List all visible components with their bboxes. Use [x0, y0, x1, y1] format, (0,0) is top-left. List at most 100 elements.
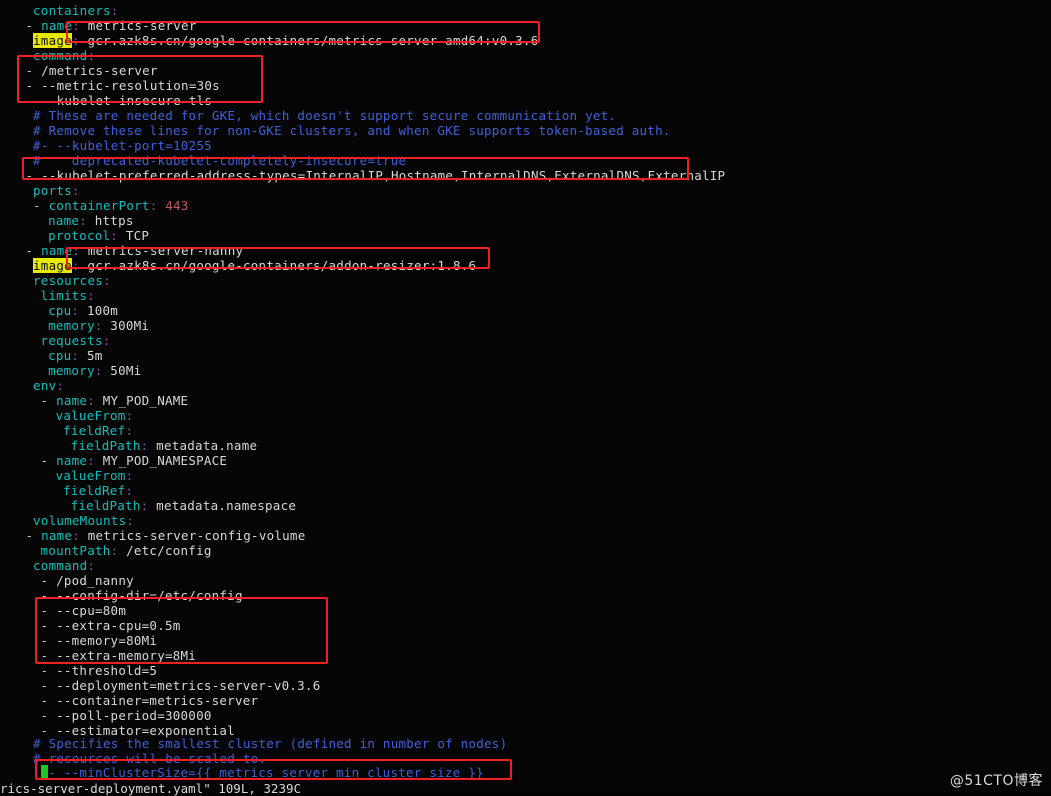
code-line: resources: [33, 273, 111, 288]
code-line: ports: [33, 183, 80, 198]
code-line: fieldRef: [63, 483, 133, 498]
code-token: name [56, 453, 88, 468]
code-line: - name: MY_POD_NAME [41, 393, 189, 408]
code-line: valueFrom: [56, 468, 134, 483]
code-token: https [94, 213, 134, 228]
code-line: - --threshold=5 [41, 663, 158, 678]
code-token: image [33, 33, 72, 48]
code-line: - --extra-cpu=0.5m [41, 618, 181, 633]
code-token: limits [40, 288, 88, 303]
code-token: # Specifies the smallest cluster (define… [33, 736, 508, 751]
code-token: --extra-memory=8Mi [56, 648, 197, 663]
code-token: - [25, 243, 42, 258]
code-token: - [40, 693, 57, 708]
code-token: 100m [86, 303, 119, 318]
code-token: MY_POD_NAME [102, 393, 189, 408]
code-line: cpu: 100m [48, 303, 118, 318]
code-line: image: gcr.azk8s.cn/google-containers/ad… [33, 258, 476, 273]
code-token: : [140, 438, 157, 453]
code-token: metrics-server-nanny [87, 243, 244, 258]
code-token: : [140, 498, 157, 513]
code-line: - name: MY_POD_NAMESPACE [41, 453, 228, 468]
code-token: - [33, 198, 49, 213]
code-token: ports [33, 183, 72, 198]
code-token: 443 [165, 198, 189, 213]
code-token: --extra-cpu=0.5m [56, 618, 181, 633]
code-line: - --container=metrics-server [41, 693, 259, 708]
code-token: : [94, 318, 111, 333]
code-token: : [72, 528, 88, 543]
code-token: : [71, 33, 88, 48]
code-token: --kubelet-insecure-tls [41, 93, 213, 108]
code-token: mountPath [40, 543, 111, 558]
code-token: - [40, 678, 57, 693]
code-token: # These are needed for GKE, which doesn'… [33, 108, 617, 123]
code-token: valueFrom [55, 408, 126, 423]
code-token: : [126, 513, 135, 528]
code-token: fieldPath [70, 498, 141, 513]
code-line: # Remove these lines for non-GKE cluster… [33, 123, 671, 138]
code-token: name [56, 393, 88, 408]
code-line: memory: 50Mi [48, 363, 141, 378]
code-token: memory [48, 318, 95, 333]
code-token: TCP [125, 228, 150, 243]
code-line: # These are needed for GKE, which doesn'… [33, 108, 616, 123]
code-token: : [72, 243, 88, 258]
code-token: name [41, 18, 73, 33]
code-token: --metric-resolution=30s [41, 78, 220, 93]
code-line: command: [33, 558, 95, 573]
code-token: --cpu=80m [56, 603, 127, 618]
code-line: - --kubelet-insecure-tls [26, 93, 213, 108]
code-token: : [56, 378, 65, 393]
code-token: 5m [86, 348, 103, 363]
code-token: metadata.namespace [156, 498, 297, 513]
code-token: command [33, 48, 88, 63]
code-token: valueFrom [55, 468, 126, 483]
code-line: name: https [48, 213, 134, 228]
code-token: --config-dir=/etc/config [56, 588, 243, 603]
code-token: : [125, 483, 134, 498]
code-token: # Remove these lines for non-GKE cluster… [33, 123, 671, 138]
code-token: : [72, 18, 88, 33]
code-line: fieldPath: metadata.namespace [71, 498, 297, 513]
code-token: : [87, 393, 103, 408]
code-token: : [87, 288, 95, 303]
code-token: name [41, 243, 73, 258]
code-token: --container=metrics-server [56, 693, 259, 708]
code-token: - [40, 618, 57, 633]
code-line: # deprecated-kubelet-completely-insecure… [33, 153, 406, 168]
vim-terminal-window[interactable]: containers: - name: metrics-server image: … [0, 0, 1051, 796]
code-token: - [25, 528, 42, 543]
code-token: - [25, 18, 42, 33]
code-line: - name: metrics-server [26, 18, 197, 33]
code-token: : [71, 258, 88, 273]
code-token: : [71, 303, 87, 318]
code-token: 300Mi [110, 318, 150, 333]
code-token: resources [33, 273, 104, 288]
code-line: - --kubelet-preferred-address-types=Inte… [26, 168, 726, 183]
code-line: memory: 300Mi [48, 318, 149, 333]
code-token: --poll-period=300000 [56, 708, 212, 723]
code-token: : [125, 408, 134, 423]
code-token: /etc/config [126, 543, 212, 558]
code-token: fieldRef [63, 423, 126, 438]
code-token: gcr.azk8s.cn/google-containers/addon-res… [87, 258, 477, 273]
code-line: - name: metrics-server-nanny [26, 243, 244, 258]
code-line: requests: [41, 333, 111, 348]
code-token: requests [40, 333, 103, 348]
code-token: : [87, 453, 103, 468]
code-token: metadata.name [156, 438, 258, 453]
code-token: fieldPath [70, 438, 141, 453]
watermark-label: @51CTO博客 [949, 773, 1043, 789]
code-token: fieldRef [63, 483, 126, 498]
code-token: - [40, 603, 57, 618]
code-token: : [71, 183, 80, 198]
code-line: volumeMounts: [33, 513, 134, 528]
code-line: - --extra-memory=8Mi [41, 648, 197, 663]
code-line: - --config-dir=/etc/config [41, 588, 243, 603]
code-token: : [103, 273, 111, 288]
code-token: volumeMounts [33, 513, 127, 528]
code-token: memory [48, 363, 95, 378]
code-token: --kubelet-preferred-address-types=Intern… [41, 168, 726, 183]
code-token: --memory=80Mi [56, 633, 158, 648]
